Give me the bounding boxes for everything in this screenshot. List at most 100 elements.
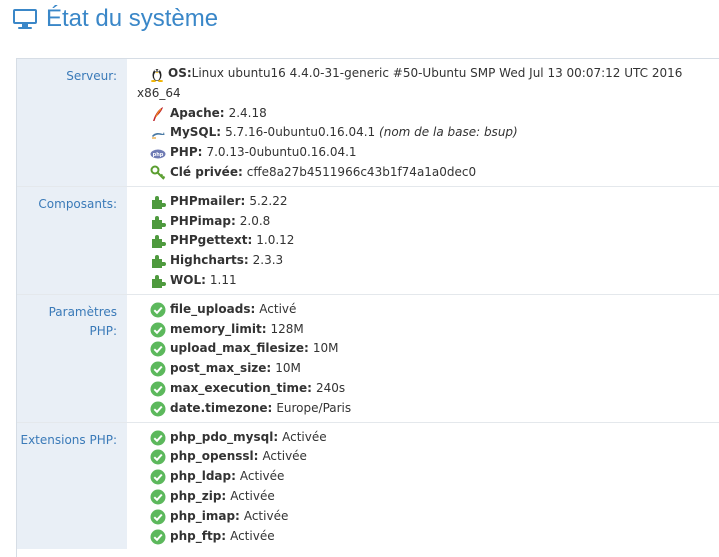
check-circle-icon (150, 430, 166, 446)
server-label: Serveur: (17, 59, 127, 186)
mysql-dolphin-icon (152, 132, 165, 139)
mysql-db-note: (nom de la base: bsup) (379, 125, 518, 140)
item-value: Activée (239, 469, 285, 484)
os-value-cont: x86_64 (137, 85, 181, 100)
item-value: 1.11 (209, 272, 237, 287)
item-value: Activée (282, 429, 327, 444)
check-circle-icon (150, 529, 166, 545)
mysql-line: MySQL: 5.7.16-0ubuntu0.16.04.1 (nom de la… (150, 123, 719, 143)
item-value: 1.0.12 (256, 233, 295, 248)
check-circle-icon (150, 401, 166, 417)
item-key: php_ldap: (170, 469, 236, 484)
list-item: PHPmailer: 5.2.22 (150, 192, 719, 212)
list-item: upload_max_filesize: 10M (150, 339, 719, 359)
apache-feather-icon (153, 106, 163, 121)
item-key: date.timezone: (170, 400, 273, 415)
list-item: Highcharts: 2.3.3 (150, 251, 719, 271)
check-circle-icon (150, 489, 166, 505)
item-key: php_zip: (170, 488, 227, 503)
plugin-icon (152, 215, 166, 229)
os-value: Linux ubuntu16 4.4.0-31-generic #50-Ubun… (191, 66, 683, 80)
list-item: php_openssl: Activée (150, 447, 719, 467)
os-key: OS: (168, 66, 192, 80)
item-value: Activée (230, 488, 275, 503)
mysql-key: MySQL: (170, 125, 222, 140)
plugin-icon (152, 235, 166, 249)
item-key: upload_max_filesize: (170, 341, 309, 356)
php-params-label-line2: PHP: (89, 323, 117, 338)
list-item: php_imap: Activée (150, 507, 719, 527)
list-item: php_ldap: Activée (150, 467, 719, 487)
key-icon (150, 165, 166, 180)
item-value: 10M (312, 341, 339, 356)
item-key: php_openssl: (170, 449, 259, 464)
php-key: PHP: (170, 145, 203, 160)
php-params-label-line1: Paramètres (48, 304, 117, 319)
linux-tux-icon (151, 69, 163, 82)
item-value: Activée (243, 508, 289, 523)
item-key: PHPgettext: (170, 233, 253, 248)
check-circle-icon (150, 469, 166, 485)
php-extensions-label: Extensions PHP: (17, 422, 127, 550)
php-params-label: Paramètres PHP: (17, 294, 127, 422)
item-key: Highcharts: (170, 253, 249, 268)
private-key-line: Clé privée: cffe8a27b4511966c43b1f74a1a0d… (150, 163, 719, 183)
item-value: 10M (275, 361, 301, 376)
list-item: max_execution_time: 240s (150, 379, 719, 399)
php-logo-icon: php (150, 149, 166, 159)
list-item: PHPgettext: 1.0.12 (150, 231, 719, 251)
php-value: 7.0.13-0ubuntu0.16.04.1 (206, 145, 357, 160)
components-label: Composants: (17, 186, 127, 294)
check-circle-icon (150, 361, 166, 377)
list-item: memory_limit: 128M (150, 320, 719, 340)
item-key: post_max_size: (170, 361, 272, 376)
item-value: 240s (315, 380, 346, 395)
private-key-value: cffe8a27b4511966c43b1f74a1a0dec0 (246, 164, 477, 179)
list-item: php_pdo_mysql: Activée (150, 428, 719, 448)
item-value: Activé (259, 301, 297, 316)
plugin-icon (152, 195, 166, 209)
php-params-content: file_uploads: Activé memory_limit: 128M up… (127, 295, 719, 422)
item-key: PHPmailer: (170, 193, 246, 208)
check-circle-icon (150, 341, 166, 357)
item-key: php_ftp: (170, 528, 227, 543)
php-params-row: Paramètres PHP: file_uploads: Activé memo… (17, 294, 719, 423)
list-item: php_ftp: Activée (150, 527, 719, 547)
item-value: Activée (230, 528, 275, 543)
php-extensions-row: Extensions PHP: php_pdo_mysql: Activée ph… (17, 422, 719, 550)
item-key: PHPimap: (170, 213, 236, 228)
item-value: 128M (270, 321, 304, 336)
check-circle-icon (150, 302, 166, 318)
list-item: date.timezone: Europe/Paris (150, 399, 719, 419)
mysql-value: 5.7.16-0ubuntu0.16.04.1 (225, 125, 376, 140)
php-line: php PHP: 7.0.13-0ubuntu0.16.04.1 (150, 143, 719, 163)
item-key: file_uploads: (170, 301, 256, 316)
php-extensions-content: php_pdo_mysql: Activée php_openssl: Activé… (127, 423, 719, 550)
check-circle-icon (150, 322, 166, 338)
item-value: Europe/Paris (276, 400, 352, 415)
components-row: Composants: PHPmailer: 5.2.22 PHPimap: 2.0… (17, 186, 719, 295)
list-item: file_uploads: Activé (150, 300, 719, 320)
apache-line: Apache: 2.4.18 (150, 104, 719, 124)
svg-text:php: php (153, 152, 164, 158)
item-key: max_execution_time: (170, 380, 312, 395)
list-item: php_zip: Activée (150, 487, 719, 507)
item-value: 5.2.22 (249, 193, 288, 208)
os-line: OS:Linux ubuntu16 4.4.0-31-generic #50-U… (150, 64, 719, 84)
server-row: Serveur: OS:Linux ubuntu16 4.4.0-31-gene… (17, 59, 719, 187)
item-value: Activée (262, 449, 307, 464)
apache-key: Apache: (170, 105, 225, 120)
item-key: memory_limit: (170, 321, 267, 336)
list-item: post_max_size: 10M (150, 359, 719, 379)
apache-value: 2.4.18 (228, 105, 267, 120)
item-value: 2.0.8 (239, 213, 271, 228)
item-value: 2.3.3 (252, 253, 284, 268)
check-circle-icon (150, 449, 166, 465)
list-item: WOL: 1.11 (150, 271, 719, 291)
check-circle-icon (150, 509, 166, 525)
monitor-icon (13, 9, 37, 29)
page-title: État du système (46, 5, 219, 32)
server-content: OS:Linux ubuntu16 4.4.0-31-generic #50-U… (127, 59, 719, 186)
item-key: php_imap: (170, 508, 240, 523)
components-content: PHPmailer: 5.2.22 PHPimap: 2.0.8 PHPgettex… (127, 187, 719, 294)
